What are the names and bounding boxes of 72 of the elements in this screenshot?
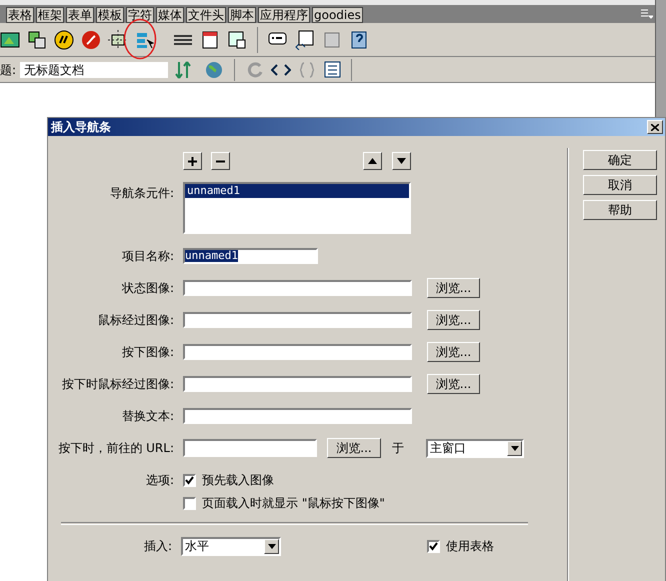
help-document-icon[interactable] bbox=[349, 30, 369, 50]
field-label: 替换文本: bbox=[120, 408, 174, 425]
browse-button[interactable]: 浏览... bbox=[427, 310, 480, 330]
checkbox-label: 页面载入时就显示 "鼠标按下图像" bbox=[202, 495, 385, 512]
image-path-field[interactable] bbox=[183, 344, 412, 360]
title-field[interactable]: 无标题文档 bbox=[20, 62, 168, 78]
remove-button[interactable] bbox=[211, 152, 230, 170]
insert-bar-tab[interactable]: 框架 bbox=[36, 7, 64, 23]
list-window-icon[interactable] bbox=[323, 60, 344, 80]
field-label: 状态图像: bbox=[120, 280, 174, 297]
up-triangle-icon bbox=[368, 158, 377, 164]
checkbox-label: 使用表格 bbox=[446, 538, 494, 555]
document-icon[interactable] bbox=[322, 30, 342, 50]
insert-bar-tab[interactable]: 表单 bbox=[66, 7, 94, 23]
browse-button[interactable]: 浏览... bbox=[327, 438, 381, 458]
title-label: 题: bbox=[0, 62, 16, 78]
insert-bar-tab[interactable]: 脚本 bbox=[228, 7, 256, 23]
item-name-value: unnamed1 bbox=[185, 250, 238, 262]
image-path-field[interactable] bbox=[183, 280, 412, 296]
browse-button[interactable]: 浏览... bbox=[427, 374, 480, 394]
field-label: 项目名称: bbox=[120, 248, 174, 265]
insert-bar-tab[interactable]: goodies bbox=[312, 7, 363, 23]
checkbox[interactable] bbox=[427, 540, 440, 552]
round-logo-icon[interactable] bbox=[54, 30, 74, 50]
field-label: 按下时，前往的 URL: bbox=[57, 440, 174, 457]
insert-bar-tab[interactable]: 文件头 bbox=[186, 7, 226, 23]
checkbox-label: 预先载入图像 bbox=[202, 472, 274, 489]
close-icon bbox=[651, 124, 659, 130]
field-label: 按下时鼠标经过图像: bbox=[60, 376, 174, 393]
field-label: 选项: bbox=[146, 473, 174, 487]
close-button[interactable] bbox=[647, 120, 663, 134]
field-label: 鼠标经过图像: bbox=[96, 312, 174, 329]
field-label: 导航条元件: bbox=[108, 185, 174, 202]
browse-button[interactable]: 浏览... bbox=[427, 342, 480, 362]
plus-icon bbox=[188, 156, 197, 166]
target-dropdown[interactable]: 主窗口 bbox=[426, 438, 524, 458]
alt-text-field[interactable] bbox=[183, 408, 412, 424]
checkbox[interactable] bbox=[183, 474, 196, 486]
dialog-button[interactable]: 取消 bbox=[583, 175, 657, 195]
insert-bar-tab[interactable]: 应用程序 bbox=[258, 7, 310, 23]
calendar-icon[interactable] bbox=[200, 30, 220, 50]
picture-frame-icon[interactable] bbox=[227, 30, 247, 50]
picture-icon[interactable] bbox=[0, 30, 20, 50]
field-label: 插入: bbox=[142, 538, 172, 555]
insert-dropdown[interactable]: 水平 bbox=[181, 536, 281, 556]
add-button[interactable] bbox=[183, 152, 202, 170]
picture-pair-icon[interactable] bbox=[27, 30, 47, 50]
insert-bar-tab[interactable]: 表格 bbox=[6, 7, 34, 23]
dialog-button[interactable]: 帮助 bbox=[583, 200, 657, 220]
target-label: 于 bbox=[392, 440, 405, 457]
globe-icon[interactable] bbox=[204, 60, 224, 80]
dialog-button[interactable]: 确定 bbox=[583, 150, 657, 170]
list-item[interactable]: unnamed1 bbox=[185, 184, 409, 198]
dropdown-arrow-icon bbox=[510, 446, 518, 450]
move-down-button[interactable] bbox=[392, 152, 411, 170]
panel-menu-icon[interactable] bbox=[641, 9, 653, 19]
insert-bar-tab[interactable]: 字符 bbox=[126, 7, 154, 23]
field-label: 按下图像: bbox=[120, 344, 174, 361]
down-triangle-icon bbox=[397, 158, 406, 164]
checkbox[interactable] bbox=[183, 496, 196, 510]
browse-button[interactable]: 浏览... bbox=[427, 278, 480, 298]
url-field[interactable] bbox=[183, 439, 317, 457]
item-name-field[interactable]: unnamed1 bbox=[183, 248, 318, 264]
elements-list[interactable]: unnamed1 bbox=[183, 182, 411, 234]
insert-bar-tab[interactable]: 媒体 bbox=[156, 7, 184, 23]
image-path-field[interactable] bbox=[183, 312, 412, 328]
move-up-button[interactable] bbox=[363, 152, 382, 170]
insert-bar-tab[interactable]: 模板 bbox=[96, 7, 124, 23]
image-path-field[interactable] bbox=[183, 376, 412, 392]
document-code-icon[interactable] bbox=[295, 30, 315, 50]
dialog-title: 插入导航条 bbox=[51, 119, 111, 136]
dropdown-arrow-icon bbox=[268, 544, 276, 548]
